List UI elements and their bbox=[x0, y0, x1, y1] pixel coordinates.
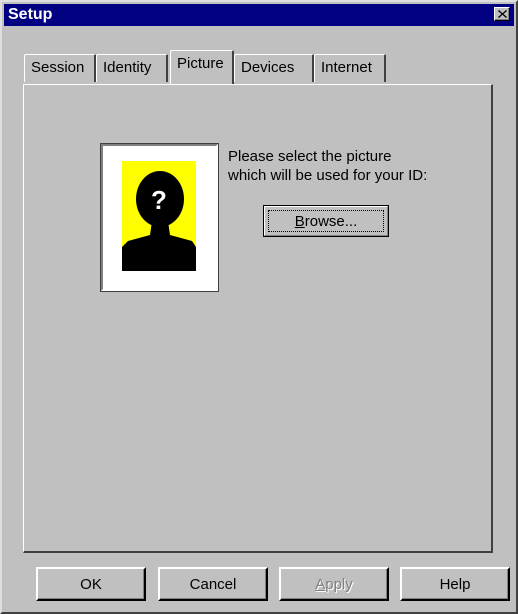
tab-label: Identity bbox=[103, 59, 152, 76]
close-icon bbox=[497, 10, 507, 18]
title-bar[interactable]: Setup bbox=[4, 4, 514, 26]
id-picture-frame: ? bbox=[101, 144, 218, 291]
tab-picture[interactable]: Picture bbox=[170, 50, 234, 84]
cancel-button[interactable]: Cancel bbox=[158, 567, 268, 601]
tab-label: Internet bbox=[321, 59, 372, 76]
picture-prompt: Please select the picture which will be … bbox=[228, 147, 468, 185]
browse-button-label: Browse... bbox=[294, 212, 358, 230]
cancel-button-label: Cancel bbox=[189, 575, 237, 593]
window-title: Setup bbox=[8, 6, 53, 23]
browse-button[interactable]: Browse... bbox=[263, 205, 389, 237]
tab-session[interactable]: Session bbox=[24, 54, 96, 82]
question-mark-glyph: ? bbox=[151, 185, 167, 215]
tab-internet[interactable]: Internet bbox=[314, 54, 386, 82]
tab-devices[interactable]: Devices bbox=[234, 54, 314, 82]
prompt-line-2: which will be used for your ID: bbox=[228, 167, 428, 184]
prompt-line-1: Please select the picture bbox=[228, 148, 392, 165]
close-button[interactable] bbox=[494, 7, 510, 21]
apply-button[interactable]: Apply bbox=[279, 567, 389, 601]
help-button-label: Help bbox=[439, 575, 471, 593]
apply-button-label: Apply bbox=[315, 575, 353, 593]
ok-button[interactable]: OK bbox=[36, 567, 146, 601]
picture-tab-panel: ? Please select the picture which will b… bbox=[23, 84, 493, 553]
help-button[interactable]: Help bbox=[400, 567, 510, 601]
ok-button-label: OK bbox=[80, 575, 102, 593]
tab-identity[interactable]: Identity bbox=[96, 54, 168, 82]
tab-label: Session bbox=[31, 59, 85, 76]
tab-label: Devices bbox=[241, 59, 295, 76]
unknown-person-icon: ? bbox=[122, 171, 196, 271]
tab-label: Picture bbox=[177, 55, 224, 72]
id-picture: ? bbox=[122, 161, 196, 271]
